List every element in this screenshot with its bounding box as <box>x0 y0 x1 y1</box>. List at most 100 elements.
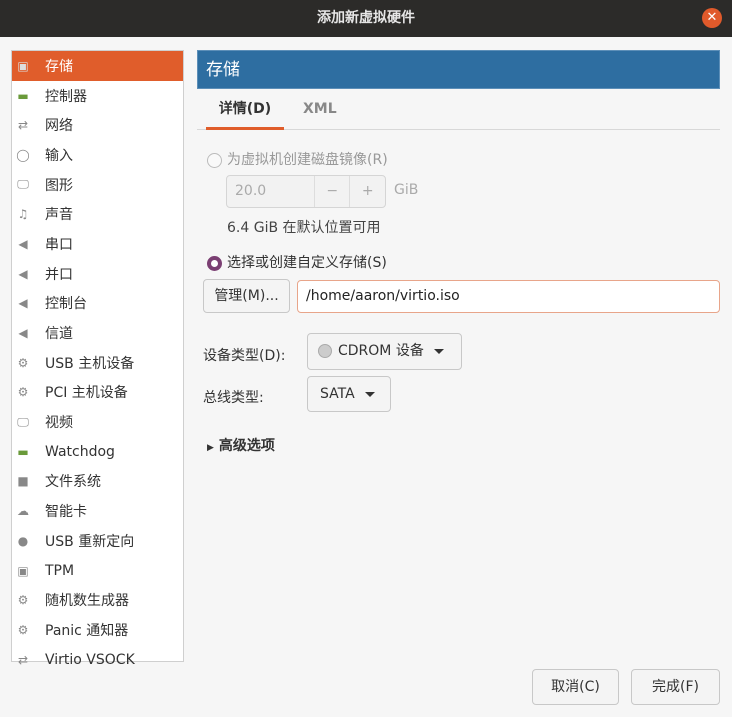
sidebar-item-serial[interactable]: ◀ 串口 <box>12 229 183 259</box>
sound-icon: ♫ <box>17 207 29 222</box>
manage-button[interactable]: 管理(M)... <box>203 279 290 313</box>
usb-redirect-icon: ● <box>17 533 29 548</box>
storage-path-input[interactable]: /home/aaron/virtio.iso <box>297 280 720 313</box>
sidebar-item-video[interactable]: 🖵 视频 <box>12 407 183 437</box>
advanced-options-expander[interactable]: ▶ 高级选项 <box>207 435 275 455</box>
sidebar-item-label: 控制台 <box>45 296 87 313</box>
panel-header: 存储 <box>197 50 720 89</box>
sidebar-item-label: Panic 通知器 <box>45 622 129 639</box>
hardware-list: ▣ 存储 ▬ 控制器 ⇄ 网络 ◯ 输入 🖵 图形 ♫ 声音 ◀ 串口 ◀ 并口 ◀ 控制台 ◀ 信道 ⚙ USB 主机设… <box>11 50 184 668</box>
sidebar-item-usb[interactable]: ⚙ USB 主机设备 <box>12 348 183 378</box>
sidebar-item-smartcard[interactable]: ☁ 智能卡 <box>12 496 183 526</box>
sidebar-item-label: Virtio VSOCK <box>45 651 135 668</box>
sidebar-item-label: 视频 <box>45 415 73 432</box>
sidebar-item-filesystem[interactable]: ■ 文件系统 <box>12 467 183 497</box>
size-input[interactable]: 20.0 <box>227 176 314 207</box>
sidebar-item-label: 随机数生成器 <box>45 593 129 610</box>
channel-icon: ◀ <box>18 326 28 341</box>
sidebar-item-monitor[interactable]: 🖵 图形 <box>12 170 183 200</box>
monitor-icon: 🖵 <box>17 177 29 192</box>
bus-type-label: 总线类型: <box>203 390 264 406</box>
size-spinner[interactable]: 20.0 − + <box>226 175 386 208</box>
create-disk-label: 为虚拟机创建磁盘镜像(R) <box>227 152 388 168</box>
chevron-down-icon <box>364 391 375 397</box>
window-title: 添加新虚拟硬件 <box>317 10 415 26</box>
finish-button[interactable]: 完成(F) <box>631 669 720 705</box>
sidebar-item-label: Watchdog <box>45 443 115 460</box>
create-disk-radio[interactable]: 为虚拟机创建磁盘镜像(R) <box>207 149 388 169</box>
chevron-down-icon <box>433 348 444 354</box>
sidebar-item-network[interactable]: ⇄ 网络 <box>12 110 183 140</box>
sidebar-item-label: 控制器 <box>45 88 87 105</box>
network-icon: ⇄ <box>17 118 29 133</box>
mouse-icon: ◯ <box>16 147 30 162</box>
sidebar-item-label: 输入 <box>45 147 73 164</box>
sidebar-item-usb-redirect[interactable]: ● USB 重新定向 <box>12 526 183 556</box>
parallel-icon: ◀ <box>18 266 28 281</box>
tab-details[interactable]: 详情(D) <box>206 93 284 130</box>
bus-type-value: SATA <box>320 386 355 402</box>
sidebar-item-panic[interactable]: ⚙ Panic 通知器 <box>12 615 183 645</box>
decrement-button[interactable]: − <box>313 176 350 207</box>
rng-icon: ⚙ <box>17 593 29 608</box>
custom-storage-label: 选择或创建自定义存储(S) <box>227 255 387 271</box>
smartcard-icon: ☁ <box>17 504 29 519</box>
details-panel: 存储 详情(D) XML 为虚拟机创建磁盘镜像(R) 20.0 − + GiB … <box>197 50 720 662</box>
sidebar-item-label: 网络 <box>45 118 73 135</box>
sidebar-item-disk[interactable]: ▣ 存储 <box>12 51 183 81</box>
sidebar-item-watchdog[interactable]: ▬ Watchdog <box>12 437 183 467</box>
vsock-icon: ⇄ <box>17 652 29 667</box>
sidebar-item-label: PCI 主机设备 <box>45 385 128 402</box>
sidebar-item-channel[interactable]: ◀ 信道 <box>12 318 183 348</box>
serial-icon: ◀ <box>18 236 28 251</box>
sidebar-item-label: 串口 <box>45 236 73 253</box>
sidebar-item-label: 并口 <box>45 266 73 283</box>
sidebar-item-label: TPM <box>45 562 75 579</box>
sidebar-item-controller[interactable]: ▬ 控制器 <box>12 81 183 111</box>
radio-unchecked-icon <box>207 152 222 168</box>
pci-icon: ⚙ <box>17 385 29 400</box>
sidebar-item-sound[interactable]: ♫ 声音 <box>12 199 183 229</box>
sidebar-item-label: 智能卡 <box>45 504 87 521</box>
sidebar-item-label: 存储 <box>45 58 73 75</box>
device-type-label: 设备类型(D): <box>203 348 286 364</box>
controller-icon: ▬ <box>17 88 29 103</box>
cdrom-icon <box>318 344 332 358</box>
title-bar: 添加新虚拟硬件 ✕ <box>0 0 732 37</box>
sidebar-item-rng[interactable]: ⚙ 随机数生成器 <box>12 585 183 615</box>
sidebar-item-label: 信道 <box>45 326 73 343</box>
bus-type-dropdown[interactable]: SATA <box>307 376 391 412</box>
sidebar-item-console[interactable]: ◀ 控制台 <box>12 289 183 319</box>
sidebar-item-label: USB 重新定向 <box>45 533 135 550</box>
tab-xml[interactable]: XML <box>303 93 337 130</box>
radio-checked-icon <box>207 255 222 271</box>
sidebar-item-parallel[interactable]: ◀ 并口 <box>12 259 183 289</box>
sidebar-item-mouse[interactable]: ◯ 输入 <box>12 140 183 170</box>
panic-icon: ⚙ <box>17 622 29 637</box>
sidebar-item-label: 声音 <box>45 207 73 224</box>
increment-button[interactable]: + <box>349 176 385 207</box>
sidebar-item-pci[interactable]: ⚙ PCI 主机设备 <box>12 378 183 408</box>
device-type-dropdown[interactable]: CDROM 设备 <box>307 333 462 370</box>
sidebar-item-label: 图形 <box>45 177 73 194</box>
close-button[interactable]: ✕ <box>702 8 722 28</box>
available-space: 6.4 GiB 在默认位置可用 <box>227 220 381 236</box>
tab-bar: 详情(D) XML <box>197 93 720 130</box>
sidebar-item-label: 文件系统 <box>45 474 101 491</box>
disk-icon: ▣ <box>17 58 29 73</box>
filesystem-icon: ■ <box>17 474 29 489</box>
expander-arrow-icon: ▶ <box>207 443 214 453</box>
tpm-icon: ▣ <box>17 563 29 578</box>
sidebar-item-tpm[interactable]: ▣ TPM <box>12 556 183 586</box>
cancel-button[interactable]: 取消(C) <box>532 669 619 705</box>
usb-icon: ⚙ <box>17 355 29 370</box>
sidebar-item-vsock[interactable]: ⇄ Virtio VSOCK <box>12 645 183 675</box>
device-type-value: CDROM 设备 <box>338 343 424 359</box>
custom-storage-radio[interactable]: 选择或创建自定义存储(S) <box>207 252 387 272</box>
watchdog-icon: ▬ <box>17 444 29 459</box>
sidebar-item-label: USB 主机设备 <box>45 355 135 372</box>
console-icon: ◀ <box>18 296 28 311</box>
video-icon: 🖵 <box>17 414 29 429</box>
size-unit: GiB <box>394 182 419 198</box>
advanced-options-label: 高级选项 <box>218 438 275 454</box>
